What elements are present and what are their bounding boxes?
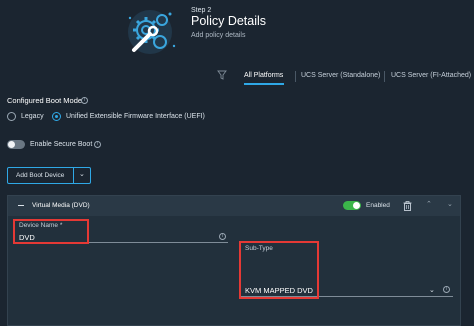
page-title: Policy Details: [191, 14, 267, 28]
active-tab-indicator: [244, 83, 284, 85]
chevron-down-icon[interactable]: ⌄: [79, 170, 85, 178]
highlight-box: [239, 241, 319, 299]
tab-all-platforms[interactable]: All Platforms: [244, 72, 283, 79]
gears-wrench-icon: [128, 10, 176, 54]
page-subtitle: Add policy details: [191, 32, 246, 39]
collapse-icon[interactable]: [18, 205, 24, 206]
device-enabled-toggle[interactable]: [343, 201, 361, 210]
info-icon[interactable]: i: [94, 141, 101, 148]
secure-boot-toggle[interactable]: [7, 140, 25, 149]
info-icon[interactable]: i: [81, 97, 88, 104]
info-icon[interactable]: i: [443, 286, 450, 293]
step-label: Step 2: [191, 7, 212, 14]
filter-icon[interactable]: [217, 70, 227, 80]
chevron-up-icon[interactable]: ⌃: [426, 200, 432, 208]
radio-uefi[interactable]: [52, 112, 61, 121]
highlight-box: [13, 219, 89, 244]
device-enabled-label: Enabled: [366, 202, 390, 209]
tab-ucs-standalone[interactable]: UCS Server (Standalone): [301, 72, 380, 79]
boot-device-title: Virtual Media (DVD): [32, 202, 90, 209]
trash-icon[interactable]: [403, 201, 412, 211]
radio-uefi-label: Unified Extensible Firmware Interface (U…: [66, 113, 205, 120]
radio-legacy-label: Legacy: [21, 113, 44, 120]
add-boot-device-label: Add Boot Device: [16, 172, 65, 179]
chevron-down-icon[interactable]: ⌄: [429, 286, 435, 294]
boot-mode-label: Configured Boot Mode: [7, 96, 83, 105]
info-icon[interactable]: i: [219, 233, 226, 240]
tab-divider: [295, 71, 296, 82]
tab-divider: [384, 71, 385, 82]
split-divider: [73, 168, 74, 183]
chevron-down-icon[interactable]: ⌄: [447, 200, 453, 208]
tab-ucs-fi-attached[interactable]: UCS Server (FI-Attached): [391, 72, 471, 79]
secure-boot-label: Enable Secure Boot: [30, 141, 93, 148]
radio-legacy[interactable]: [7, 112, 16, 121]
